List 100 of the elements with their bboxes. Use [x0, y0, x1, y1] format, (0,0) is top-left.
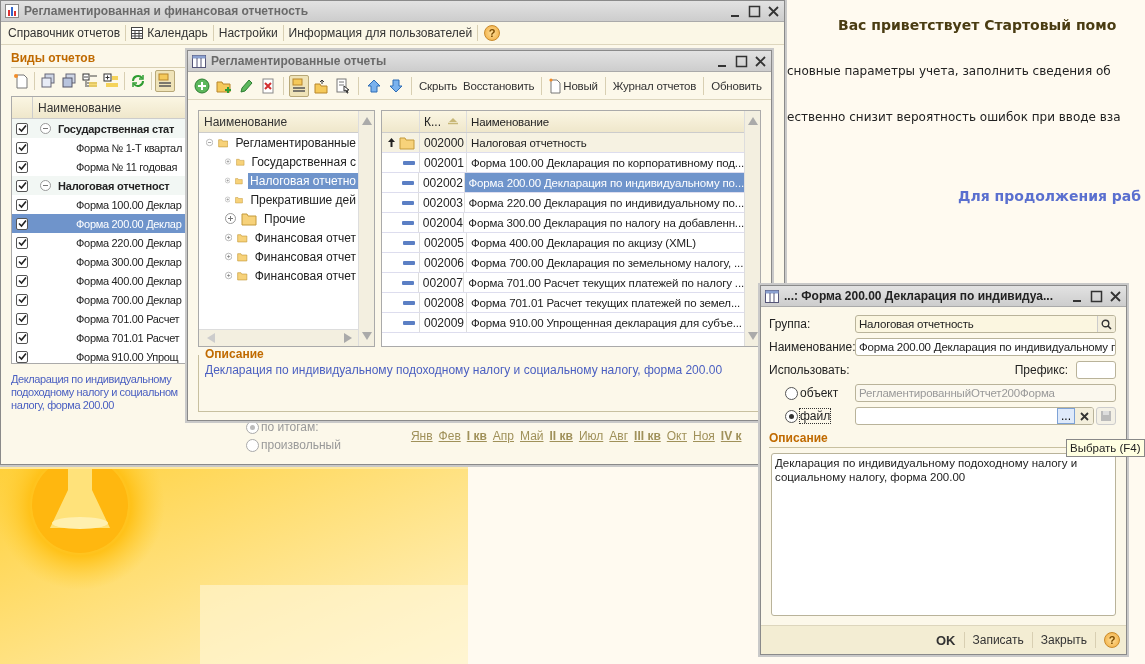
table-cell-text: Налоговая отчетность	[470, 135, 588, 151]
maximize-button[interactable]	[1090, 289, 1103, 303]
plus-icon[interactable]	[192, 75, 212, 97]
table-row[interactable]: Налоговая отчетност	[12, 176, 187, 195]
vertical-scrollbar[interactable]	[358, 111, 374, 346]
tree-item[interactable]: Финансовая отчет	[252, 267, 358, 284]
horizontal-scrollbar[interactable]	[199, 329, 358, 346]
tree-item[interactable]: Государственная с	[249, 153, 358, 170]
dialog-button[interactable]: OK	[930, 632, 962, 648]
checkbox[interactable]	[16, 331, 28, 344]
folder-icon	[399, 135, 415, 150]
checkbox[interactable]	[16, 160, 28, 173]
help-button[interactable]: ?	[484, 25, 501, 41]
table-cell: 002001	[420, 153, 467, 172]
table-row[interactable]: Форма 100.00 Деклар	[12, 195, 187, 214]
row-label: Форма 701.01 Расчет	[76, 331, 180, 344]
field-label: Наименование:	[769, 340, 855, 354]
menu-item[interactable]: Информация для пользователей	[283, 24, 478, 42]
toolbar-button[interactable]: Восстановить	[461, 80, 537, 92]
item-icon	[403, 240, 415, 245]
table-row[interactable]: 002009 Форма 910.00 Упрощенная декларация для субъе...	[382, 313, 744, 333]
tree-item[interactable]: Регламентированные	[233, 134, 358, 151]
file-field[interactable]: ...	[855, 407, 1094, 425]
table-cell-text: Форма 910.00 Упрощенная декларация для субъе...	[470, 315, 743, 331]
table-cell: 002000	[420, 133, 467, 152]
continue-link[interactable]: Для продолжения раб	[958, 188, 1145, 204]
table-row[interactable]: 002006 Форма 700.00 Декларация по земельному налогу, ...	[382, 253, 744, 273]
dialog-button[interactable]: Записать	[966, 633, 1030, 647]
table-row[interactable]: Форма № 1-Т квартал	[12, 138, 187, 157]
close-button[interactable]	[754, 54, 767, 68]
choose-button[interactable]: ...	[1057, 408, 1075, 424]
vertical-scrollbar[interactable]	[744, 111, 760, 346]
table-cell: 002009	[420, 313, 467, 332]
table-cell: 002008	[420, 293, 467, 312]
checkbox[interactable]	[16, 179, 28, 192]
checkbox[interactable]	[16, 350, 28, 363]
tree-item[interactable]: Прочие	[262, 210, 308, 227]
menu-item[interactable]: Справочник отчетов	[3, 24, 126, 42]
window-title: ...: Форма 200.00 Декларация по индивидуа...	[784, 289, 1054, 303]
table-row[interactable]: 002008 Форма 701.01 Расчет текущих платежей по земел...	[382, 293, 744, 313]
table-row[interactable]: Государственная стат	[12, 119, 187, 138]
help-button[interactable]: ?	[1104, 632, 1120, 648]
checkbox[interactable]	[16, 122, 28, 135]
toolbar-button[interactable]: Новый	[547, 78, 600, 94]
table-row[interactable]: 002002 Форма 200.00 Декларация по индивидуальному по...	[382, 173, 744, 193]
welcome-heading: Вас приветствует Стартовый помо	[838, 17, 1118, 33]
table-row[interactable]: 002005 Форма 400.00 Декларация по акцизу (XML)	[382, 233, 744, 253]
checkbox[interactable]	[16, 274, 28, 287]
table-row[interactable]: 002003 Форма 220.00 Декларация по индивидуальному по...	[382, 193, 744, 213]
row-label: Форма 701.00 Расчет	[76, 312, 180, 325]
dialog-button[interactable]: Закрыть	[1034, 633, 1093, 647]
sort-icon	[447, 118, 459, 125]
checkbox[interactable]	[16, 198, 28, 211]
collapse-icon[interactable]	[40, 123, 51, 134]
close-button[interactable]	[767, 4, 780, 18]
description-line: налогу, форма 200.00	[11, 399, 115, 412]
toolbar-button[interactable]: Обновить	[709, 80, 764, 92]
collapse-icon[interactable]	[40, 180, 51, 191]
toolbar-button[interactable]: Скрыть	[417, 80, 460, 92]
expand-icon[interactable]	[225, 213, 236, 224]
table-row[interactable]: Форма 701.01 Расчет	[12, 328, 187, 347]
table-row[interactable]: Форма 400.00 Деклар	[12, 271, 187, 290]
tree-item[interactable]: Финансовая отчет	[252, 248, 358, 265]
list-icon[interactable]	[289, 75, 309, 97]
clear-icon[interactable]	[1075, 408, 1093, 424]
table-row[interactable]: Форма 910.00 Упрощ	[12, 347, 187, 366]
maximize-button[interactable]	[735, 54, 748, 68]
description-text: Декларация по индивидуальному подоходному налогу и социальному налогу, форма 200.00	[205, 363, 724, 377]
table-row[interactable]: 002004 Форма 300.00 Декларация по налогу на добавленн...	[382, 213, 744, 233]
checkbox[interactable]	[16, 255, 28, 268]
radio-button[interactable]	[246, 438, 259, 452]
tree-item[interactable]: Прекратившие дей	[248, 191, 358, 208]
search-icon[interactable]	[1097, 316, 1115, 332]
table-row[interactable]: Форма № 11 годовая	[12, 157, 187, 176]
list-icon[interactable]	[155, 70, 175, 92]
description-field[interactable]: Декларация по индивидуальному подоходному налогу и социальному налогу, форма 200.00	[771, 453, 1116, 616]
tree-item[interactable]: Финансовая отчет	[252, 229, 358, 246]
checkbox[interactable]	[16, 217, 28, 230]
checkbox[interactable]	[16, 312, 28, 325]
radio-button[interactable]	[785, 386, 798, 400]
radio-button[interactable]	[785, 409, 798, 423]
table-row[interactable]: Форма 701.00 Расчет	[12, 309, 187, 328]
menu-item[interactable]: Настройки	[213, 24, 283, 42]
prefix-field[interactable]	[1076, 361, 1116, 379]
toolbar-button[interactable]: Журнал отчетов	[610, 80, 699, 92]
table-cell-text: Форма 701.01 Расчет текущих платежей по земел...	[470, 295, 741, 311]
table-row[interactable]: Форма 300.00 Деклар	[12, 252, 187, 271]
checkbox[interactable]	[16, 141, 28, 154]
group-field[interactable]: Налоговая отчетность	[855, 315, 1116, 333]
table-row[interactable]: Форма 700.00 Деклар	[12, 290, 187, 309]
maximize-button[interactable]	[748, 4, 761, 18]
checkbox[interactable]	[16, 293, 28, 306]
table-row[interactable]: 002000 Налоговая отчетность	[382, 133, 744, 153]
checkbox[interactable]	[16, 236, 28, 249]
table-row[interactable]: Форма 220.00 Деклар	[12, 233, 187, 252]
table-cell: 002007	[418, 273, 465, 292]
description-line: подоходному налогу и социальном	[11, 386, 178, 399]
menu-item[interactable]: Календарь	[126, 24, 213, 42]
table-row[interactable]: 002007 Форма 701.00 Расчет текущих платежей по налогу ...	[382, 273, 744, 293]
close-button[interactable]	[1109, 289, 1122, 303]
